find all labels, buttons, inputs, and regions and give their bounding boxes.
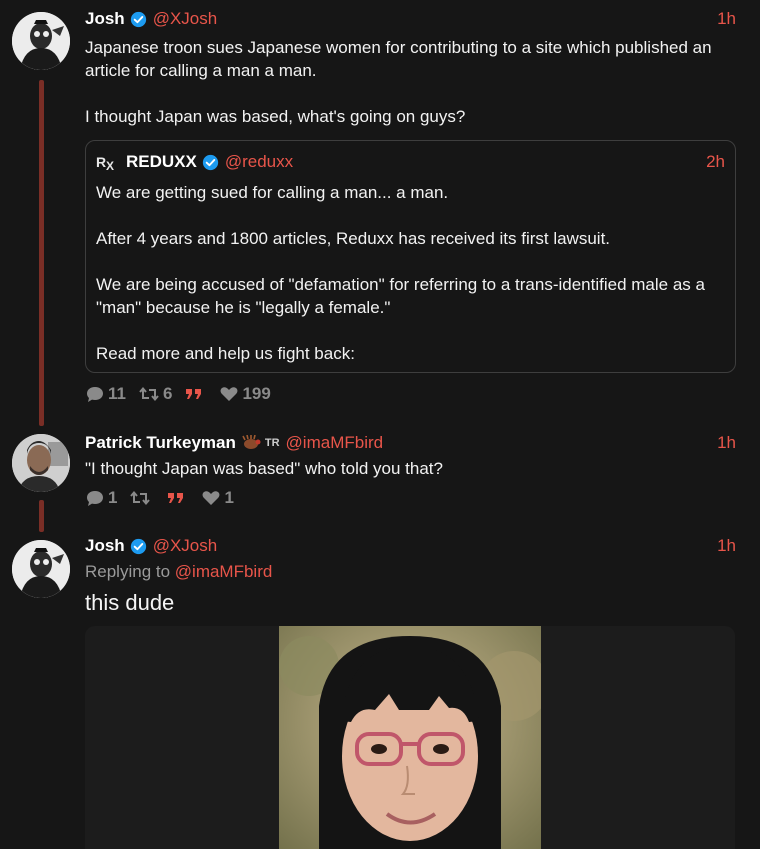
tweet[interactable]: Patrick Turkeyman TR @imaMFbird 1h "I th… bbox=[0, 426, 760, 526]
tweet-text: Japanese troon sues Japanese women for c… bbox=[85, 38, 712, 126]
retweet-button[interactable]: 6 bbox=[138, 384, 172, 404]
like-count: 199 bbox=[242, 384, 271, 403]
avatar[interactable] bbox=[12, 434, 70, 492]
like-count: 1 bbox=[224, 488, 234, 507]
avatar-image bbox=[12, 434, 70, 492]
tweet[interactable]: Josh @XJosh 1h Japanese troon sues Japan… bbox=[0, 0, 760, 420]
reply-button[interactable]: 11 bbox=[85, 384, 126, 404]
photo-image bbox=[279, 626, 541, 849]
retweet-count: 6 bbox=[162, 384, 173, 403]
tweet-text: "I thought Japan was based" who told you… bbox=[85, 459, 443, 478]
quote-text: We are getting sued for calling a man...… bbox=[96, 183, 705, 363]
like-button[interactable]: 199 bbox=[219, 384, 271, 404]
display-name[interactable]: Josh bbox=[85, 536, 125, 556]
like-button[interactable]: 1 bbox=[201, 488, 234, 508]
quoted-tweet[interactable]: R X REDUXX @reduxx 2h We are getting sue… bbox=[85, 140, 736, 373]
replying-to: Replying to @imaMFbird bbox=[85, 561, 736, 583]
tweet-header: Josh @XJosh 1h bbox=[85, 8, 736, 30]
user-handle[interactable]: @XJosh bbox=[153, 9, 218, 29]
tweet-stats: 11 6 199 bbox=[85, 382, 283, 406]
tweet-media[interactable] bbox=[85, 626, 735, 849]
tweet-header: Patrick Turkeyman TR @imaMFbird 1h bbox=[85, 432, 736, 454]
verified-badge-icon bbox=[130, 11, 146, 27]
comment-icon bbox=[87, 387, 103, 402]
display-name[interactable]: Patrick Turkeyman bbox=[85, 433, 236, 453]
verified-badge-icon bbox=[202, 154, 219, 170]
avatar-image bbox=[12, 540, 70, 598]
svg-text:X: X bbox=[106, 159, 114, 172]
avatar-image bbox=[12, 12, 70, 70]
timestamp[interactable]: 1h bbox=[717, 433, 736, 453]
quote-icon bbox=[186, 389, 202, 399]
reply-count: 1 bbox=[108, 488, 118, 507]
tweet-stats: 1 1 bbox=[85, 486, 736, 510]
retweet-icon bbox=[130, 490, 151, 506]
avatar[interactable] bbox=[12, 540, 70, 598]
attached-photo[interactable] bbox=[279, 626, 541, 849]
quote-display-name[interactable]: REDUXX bbox=[126, 152, 197, 172]
retweet-button[interactable] bbox=[129, 489, 154, 507]
timestamp[interactable]: 1h bbox=[717, 536, 736, 556]
reply-mention-link[interactable]: @imaMFbird bbox=[175, 562, 273, 581]
svg-text:R: R bbox=[96, 154, 106, 170]
reply-button[interactable]: 1 bbox=[85, 488, 117, 508]
verified-badge-icon bbox=[130, 538, 146, 554]
replying-to-label: Replying to bbox=[85, 562, 175, 581]
tweet-text: this dude bbox=[85, 590, 175, 615]
retweet-icon bbox=[139, 386, 159, 402]
quote-button[interactable] bbox=[166, 489, 189, 507]
quote-header: R X REDUXX @reduxx 2h bbox=[96, 151, 725, 173]
user-handle[interactable]: @imaMFbird bbox=[286, 433, 384, 453]
quote-user-handle[interactable]: @reduxx bbox=[225, 152, 293, 172]
country-badge: TR bbox=[264, 437, 280, 449]
user-handle[interactable]: @XJosh bbox=[153, 536, 218, 556]
tweet-header: Josh @XJosh 1h bbox=[85, 535, 736, 557]
quote-button[interactable] bbox=[184, 385, 207, 403]
avatar[interactable] bbox=[12, 12, 70, 70]
timestamp[interactable]: 1h bbox=[717, 9, 736, 29]
heart-icon bbox=[203, 491, 220, 505]
tweet-thread: Josh @XJosh 1h Japanese troon sues Japan… bbox=[0, 0, 760, 849]
quote-timestamp[interactable]: 2h bbox=[706, 152, 725, 172]
display-name[interactable]: Josh bbox=[85, 9, 125, 29]
reply-count: 11 bbox=[108, 384, 126, 403]
reduxx-logo-icon: R X bbox=[96, 154, 114, 172]
heart-icon bbox=[221, 387, 238, 401]
turkey-emoji-icon bbox=[242, 435, 261, 449]
comment-icon bbox=[87, 491, 103, 506]
quote-icon bbox=[168, 493, 184, 503]
